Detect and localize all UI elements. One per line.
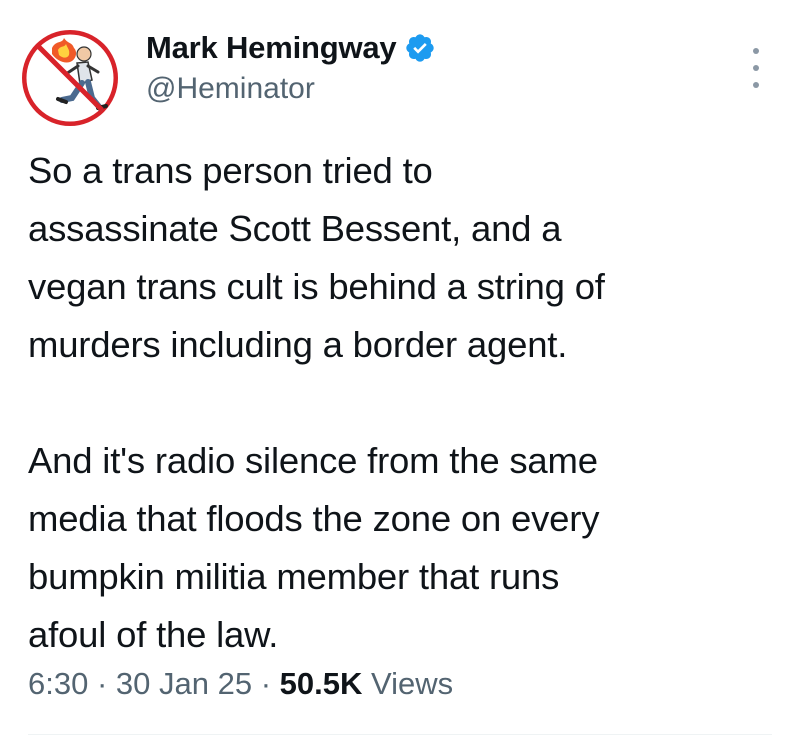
views-label[interactable]: Views <box>371 666 453 701</box>
handle[interactable]: @Heminator <box>146 72 436 106</box>
views-count[interactable]: 50.5K <box>280 666 363 701</box>
tweet-paragraph: So a trans person tried to assassinate S… <box>28 150 605 365</box>
avatar[interactable] <box>22 30 118 126</box>
meta-separator: · <box>96 666 108 701</box>
more-dot <box>753 82 759 88</box>
display-name[interactable]: Mark Hemingway <box>146 30 397 66</box>
tweet-text: So a trans person tried to assassinate S… <box>28 142 768 664</box>
more-options-icon[interactable] <box>744 48 768 88</box>
author-block: Mark Hemingway @Heminator <box>146 28 436 106</box>
meta-separator: · <box>260 666 272 701</box>
tweet-time[interactable]: 6:30 <box>28 666 88 701</box>
tweet-date[interactable]: 30 Jan 25 <box>116 666 252 701</box>
verified-badge-icon[interactable] <box>404 32 436 64</box>
tweet-meta: 6:30 · 30 Jan 25 · 50.5K Views <box>28 666 453 702</box>
more-dot <box>753 65 759 71</box>
name-row: Mark Hemingway <box>146 28 436 68</box>
more-dot <box>753 48 759 54</box>
tweet-paragraph: And it's radio silence from the same med… <box>28 440 600 655</box>
divider <box>28 734 772 735</box>
tweet-card: Mark Hemingway @Heminator So a trans per… <box>0 0 800 742</box>
man-running-from-fire-icon <box>22 30 118 126</box>
